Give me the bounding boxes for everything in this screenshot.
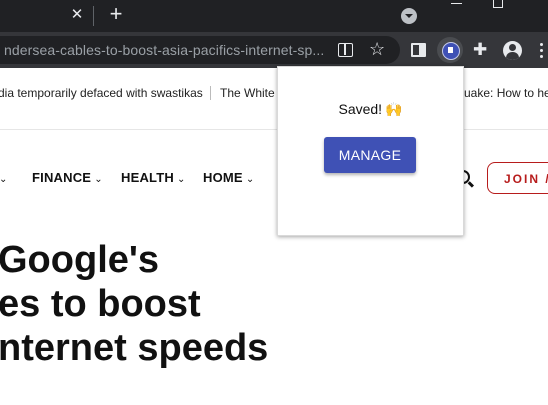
profile-avatar-icon[interactable] — [503, 41, 522, 60]
bookmark-star-icon[interactable]: ☆ — [369, 39, 385, 59]
url-text[interactable]: ndersea-cables-to-boost-asia-pacifics-in… — [4, 42, 324, 58]
reading-mode-icon[interactable] — [338, 43, 353, 57]
nav-label: HOME — [203, 170, 243, 185]
ticker-divider — [210, 86, 211, 100]
nav-item-health[interactable]: HEALTH ⌄ — [121, 170, 186, 185]
browser-toolbar: ndersea-cables-to-boost-asia-pacifics-in… — [0, 32, 548, 68]
minimize-window-button[interactable] — [451, 3, 462, 4]
screen: ✕ + ndersea-cables-to-boost-asia-pacific… — [0, 0, 548, 405]
news-ticker: dia temporarily defaced with swastikas T… — [0, 86, 548, 110]
article-headline: Google's es to boost nternet speeds — [0, 238, 548, 370]
maximize-window-button[interactable] — [493, 0, 503, 8]
saved-text: Saved! — [338, 101, 383, 117]
nav-item-finance[interactable]: FINANCE ⌄ — [32, 170, 103, 185]
ticker-item[interactable]: The White — [220, 86, 275, 100]
headline-line: nternet speeds — [0, 327, 269, 369]
extension-popup: Saved! 🙌 MANAGE — [277, 66, 464, 236]
bookmark-extension-icon[interactable] — [437, 37, 463, 63]
manage-button[interactable]: MANAGE — [324, 137, 416, 173]
ticker-item[interactable]: uake: How to hel — [464, 86, 548, 100]
chevron-down-icon: ⌄ — [94, 174, 103, 185]
nav-label: HEALTH — [121, 170, 174, 185]
nav-item-partial[interactable]: ⌄ — [0, 170, 8, 185]
saved-message: Saved! 🙌 — [278, 101, 463, 118]
extensions-puzzle-icon[interactable]: ✚ — [473, 41, 487, 59]
address-bar[interactable]: ndersea-cables-to-boost-asia-pacifics-in… — [0, 36, 400, 64]
raised-hands-icon: 🙌 — [385, 101, 403, 117]
site-nav: ⌄ FINANCE ⌄ HEALTH ⌄ HOME ⌄ — [0, 166, 548, 194]
close-tab-icon[interactable]: ✕ — [66, 4, 88, 26]
headline-line: Google's — [0, 239, 160, 281]
ticker-divider-line — [0, 129, 548, 130]
new-tab-button[interactable]: + — [104, 3, 128, 27]
tab-strip: ✕ + — [0, 0, 548, 32]
chevron-down-icon: ⌄ — [0, 174, 8, 185]
headline-line: es to boost — [0, 283, 201, 325]
tab-search-icon[interactable] — [401, 8, 417, 24]
nav-item-home[interactable]: HOME ⌄ — [203, 170, 254, 185]
browser-menu-icon[interactable] — [540, 43, 544, 59]
ticker-item[interactable]: dia temporarily defaced with swastikas — [0, 86, 203, 100]
join-button[interactable]: JOIN / — [487, 162, 548, 194]
chevron-down-icon: ⌄ — [176, 174, 186, 185]
side-panel-icon[interactable] — [411, 43, 426, 57]
tab-separator — [93, 6, 94, 26]
nav-label: FINANCE — [32, 170, 92, 185]
chevron-down-icon: ⌄ — [245, 174, 255, 185]
